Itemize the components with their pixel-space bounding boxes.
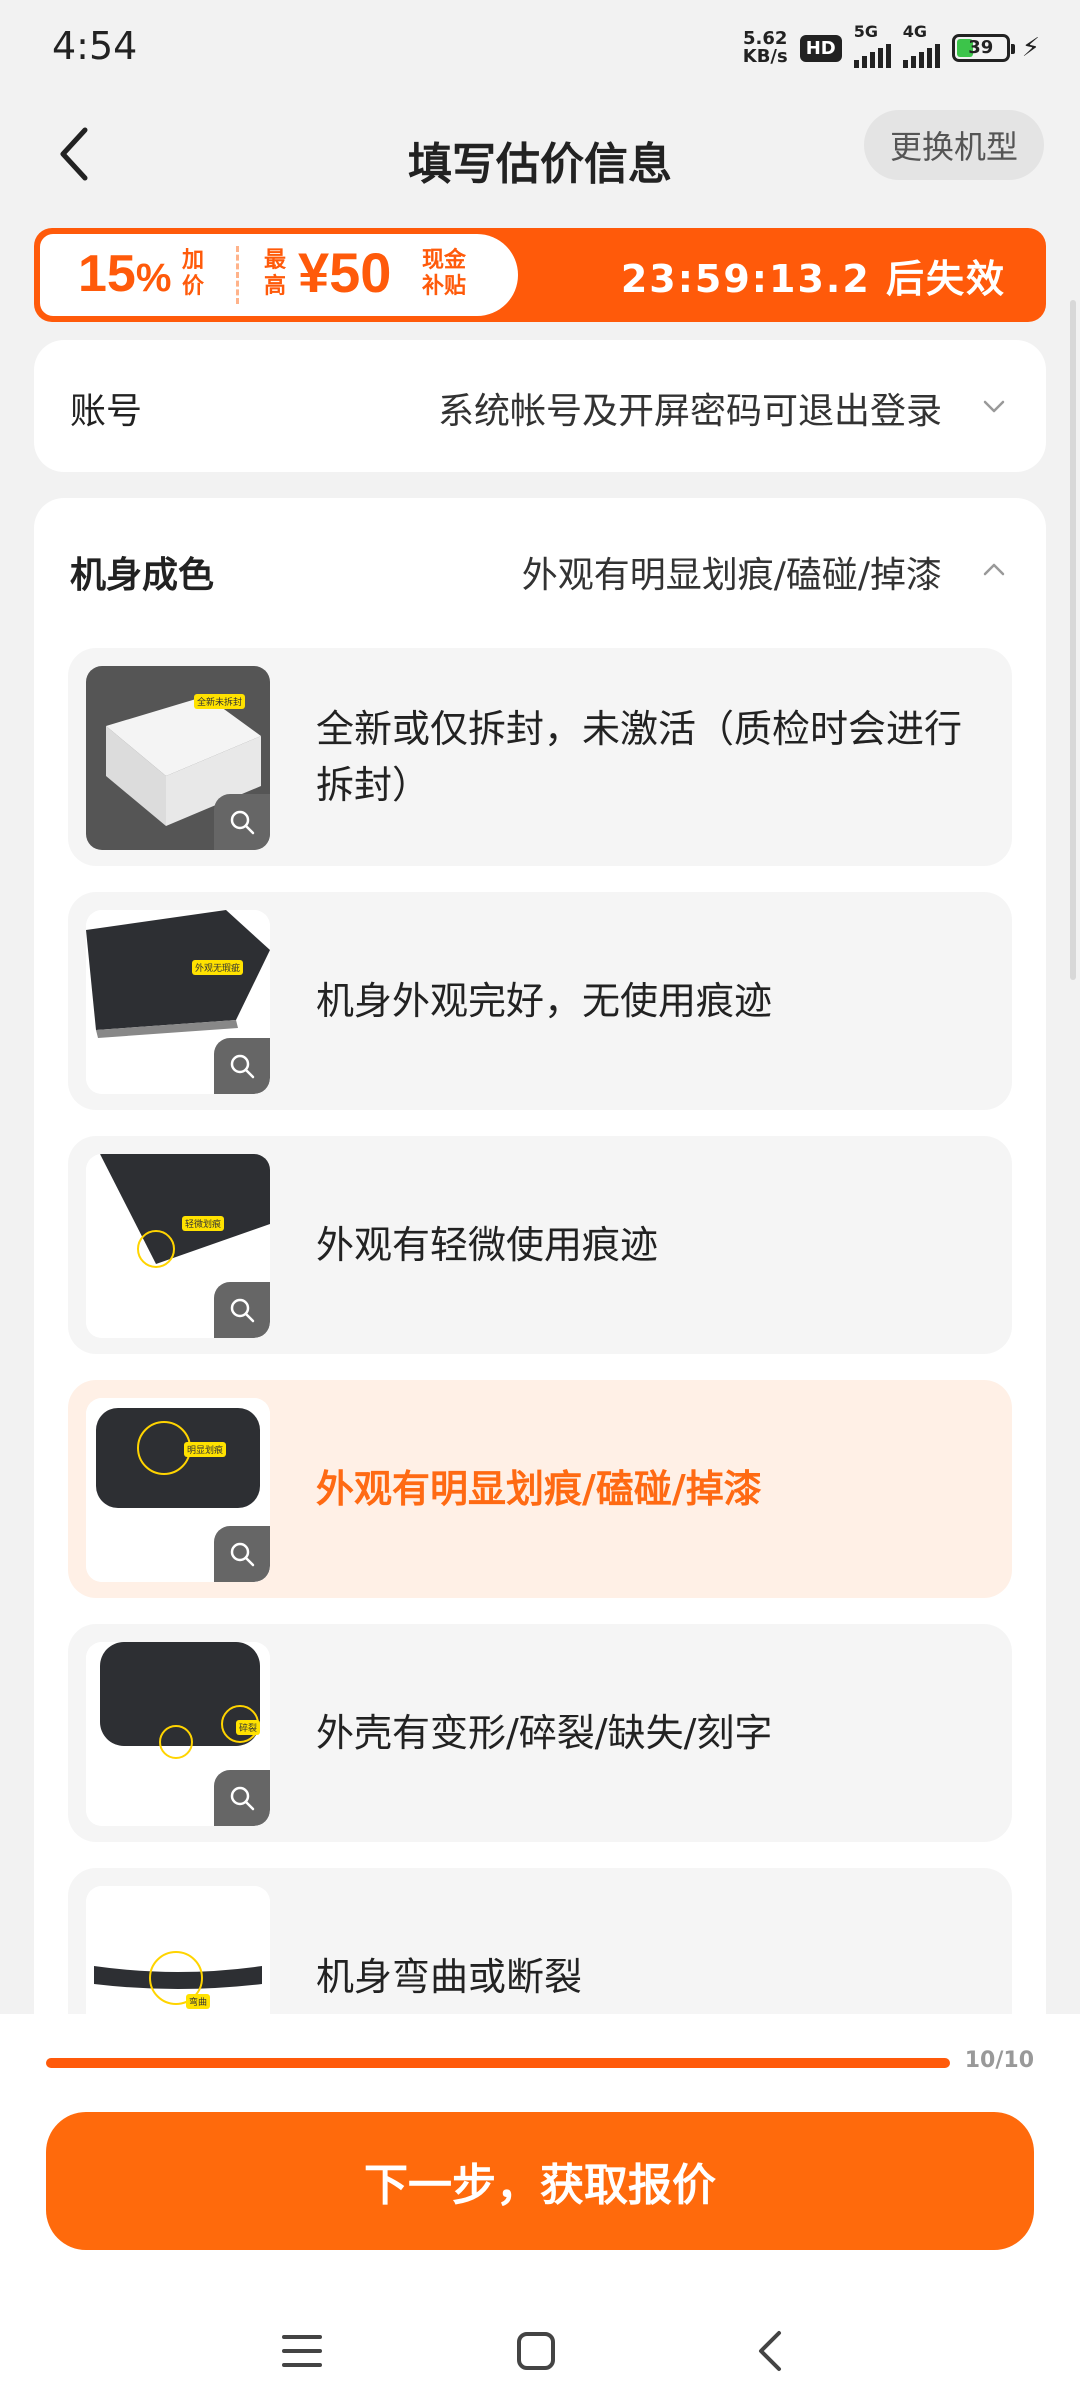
bottom-panel: 10/10 下一步，获取报价 [0,2014,1080,2400]
network-speed: 5.62 KB/s [743,30,788,66]
network-speed-unit: KB/s [742,46,788,67]
condition-label: 机身成色 [70,555,215,596]
header: 填写估价信息 更换机型 [0,96,1080,226]
promo-banner[interactable]: 15% 加价 最高 ¥50 现金 补贴 23:59:13.2 后失效 [34,228,1046,322]
next-get-quote-button[interactable]: 下一步，获取报价 [46,2112,1034,2250]
account-value: 系统帐号及开屏密码可退出登录 [437,391,942,432]
option-tag: 轻微划痕 [182,1216,225,1231]
option-tag: 弯曲 [186,1994,211,2009]
progress-fill [46,2058,950,2068]
promo-divider [236,246,239,304]
progress-bar [46,2058,950,2068]
zoom-icon[interactable] [214,794,270,850]
condition-option-light-wear[interactable]: 轻微划痕 外观有轻微使用痕迹 [68,1136,1012,1354]
zoom-icon[interactable] [214,1526,270,1582]
status-bar: 4:54 5.62 KB/s HD 5G 4G 39 ⚡ [0,0,1080,96]
back-icon[interactable] [740,2326,800,2376]
signal-5g-icon: 5G [853,22,891,68]
zoom-icon[interactable] [214,1282,270,1338]
account-row[interactable]: 账号 系统帐号及开屏密码可退出登录 [34,340,1046,472]
menu-icon[interactable] [272,2326,332,2376]
system-nav-bar [0,2300,1080,2400]
progress-count: 10/10 [964,2048,1034,2073]
promo-percent-text: 加价 [182,248,205,299]
condition-card: 机身成色 外观有明显划痕/磕碰/掉漆 全新未拆封 全新或仅拆封，未激活（质检时会… [34,498,1046,2086]
option-text: 全新或仅拆封，未激活（质检时会进行拆封） [316,707,963,807]
battery-level: 39 [968,37,994,58]
zoom-icon[interactable] [214,1770,270,1826]
sim1-label: 5G [853,22,878,41]
signal-4g-icon: 4G [902,22,940,68]
sim2-label: 4G [902,22,927,41]
promo-amount: ¥50 [298,241,392,304]
change-model-button[interactable]: 更换机型 [863,110,1044,180]
scrollbar[interactable] [1070,300,1076,980]
option-tag: 明显划痕 [184,1442,227,1457]
option-text: 外壳有变形/碎裂/缺失/刻字 [316,1711,773,1755]
hd-icon: HD [799,34,842,62]
chevron-down-icon [983,400,1005,413]
condition-value: 外观有明显划痕/磕碰/掉漆 [521,555,942,596]
option-text: 机身外观完好，无使用痕迹 [316,979,773,1023]
promo-countdown: 23:59:13.2 后失效 [620,257,1006,301]
status-icons: 5.62 KB/s HD 5G 4G 39 ⚡ [743,22,1040,70]
account-label: 账号 [70,391,143,432]
option-tag: 全新未拆封 [194,694,246,709]
condition-option-cracked[interactable]: 碎裂 外壳有变形/碎裂/缺失/刻字 [68,1624,1012,1842]
option-tag: 外观无瑕疵 [192,960,244,975]
promo-cash-text: 现金 补贴 [422,248,467,299]
chevron-up-icon [983,563,1005,576]
option-thumbnail: 外观无瑕疵 [86,910,270,1094]
option-thumbnail: 全新未拆封 [86,666,270,850]
option-thumbnail: 明显划痕 [86,1398,270,1582]
promo-percent: 15% [78,245,172,303]
option-thumbnail: 碎裂 [86,1642,270,1826]
home-icon[interactable] [506,2326,566,2376]
battery-icon: 39 [951,34,1015,62]
promo-max-text: 最高 [264,248,287,299]
option-tag: 碎裂 [236,1720,261,1735]
condition-option-new[interactable]: 全新未拆封 全新或仅拆封，未激活（质检时会进行拆封） [68,648,1012,866]
condition-option-obvious-scratches[interactable]: 明显划痕 外观有明显划痕/磕碰/掉漆 [68,1380,1012,1598]
option-thumbnail: 轻微划痕 [86,1154,270,1338]
condition-header[interactable]: 机身成色 外观有明显划痕/磕碰/掉漆 [34,498,1046,646]
zoom-icon[interactable] [214,1038,270,1094]
charging-icon: ⚡ [1021,33,1040,63]
status-time: 4:54 [52,24,138,68]
condition-option-perfect[interactable]: 外观无瑕疵 机身外观完好，无使用痕迹 [68,892,1012,1110]
option-text: 外观有轻微使用痕迹 [316,1223,659,1267]
promo-coupon: 15% 加价 最高 ¥50 现金 补贴 [40,234,518,316]
option-text: 外观有明显划痕/磕碰/掉漆 [316,1467,762,1511]
